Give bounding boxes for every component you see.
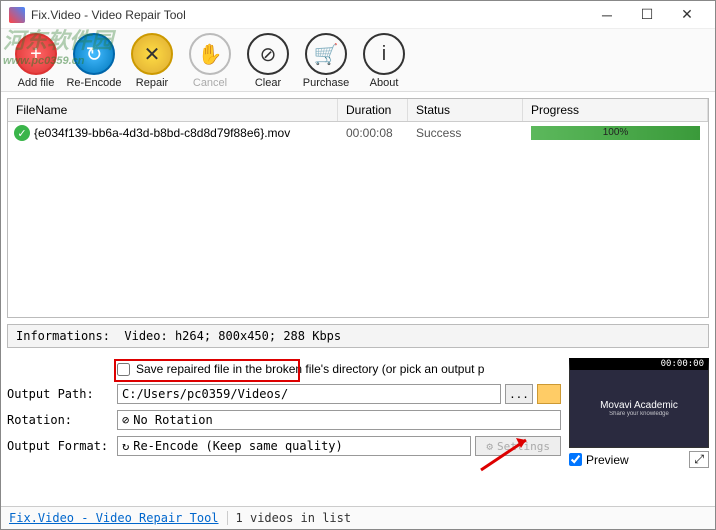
col-duration[interactable]: Duration [338, 99, 408, 121]
browse-button[interactable]: ... [505, 384, 533, 404]
preview-subtext: Share your knowledge [609, 411, 669, 417]
output-path-label: Output Path: [7, 387, 117, 401]
col-filename[interactable]: FileName [8, 99, 338, 121]
status-bar: Fix.Video - Video Repair Tool 1 videos i… [1, 506, 715, 529]
wrench-icon: ✕ [131, 33, 173, 75]
progress-bar: 100% [531, 126, 700, 140]
open-folder-button[interactable] [537, 384, 561, 404]
success-icon: ✓ [14, 125, 30, 141]
hand-icon: ✋ [189, 33, 231, 75]
cell-status: Success [408, 126, 523, 140]
cancel-button: ✋Cancel [181, 33, 239, 89]
plus-icon: + [15, 33, 57, 75]
cart-icon: 🛒 [305, 33, 347, 75]
re-encode-button[interactable]: ↻Re-Encode [65, 33, 123, 89]
output-format-select[interactable]: ↻Re-Encode (Keep same quality) [117, 436, 471, 456]
output-path-input[interactable] [117, 384, 501, 404]
table-row[interactable]: ✓ {e034f139-bb6a-4d3d-b8bd-c8d8d79f88e6}.… [8, 122, 708, 144]
preview-timestamp: 00:00:00 [661, 359, 704, 369]
file-table: FileName Duration Status Progress ✓ {e034… [7, 98, 709, 318]
refresh-icon: ↻ [122, 439, 129, 453]
info-bar: Informations: Video: h264; 800x450; 288 … [7, 324, 709, 348]
maximize-button[interactable]: ☐ [627, 1, 667, 29]
preview-checkbox[interactable] [569, 453, 582, 466]
toolbar: +Add file ↻Re-Encode ✕Repair ✋Cancel ⊘Cl… [1, 29, 715, 92]
repair-button[interactable]: ✕Repair [123, 33, 181, 89]
no-rotation-icon: ⊘ [122, 413, 129, 427]
minimize-button[interactable]: ─ [587, 1, 627, 29]
cell-duration: 00:00:08 [338, 126, 408, 140]
col-progress[interactable]: Progress [523, 99, 708, 121]
status-link[interactable]: Fix.Video - Video Repair Tool [9, 511, 219, 525]
window-title: Fix.Video - Video Repair Tool [31, 8, 587, 22]
prohibit-icon: ⊘ [247, 33, 289, 75]
purchase-button[interactable]: 🛒Purchase [297, 33, 355, 89]
preview-text: Movavi Academic [600, 400, 678, 411]
app-icon [9, 7, 25, 23]
settings-button: ⚙Settings [475, 436, 561, 456]
preview-video[interactable]: 00:00:00 Movavi Academic Share your know… [569, 358, 709, 448]
table-header: FileName Duration Status Progress [8, 99, 708, 122]
about-button[interactable]: iAbout [355, 33, 413, 89]
rotation-select[interactable]: ⊘No Rotation [117, 410, 561, 430]
save-in-broken-dir-checkbox[interactable] [117, 363, 130, 376]
status-count: 1 videos in list [227, 511, 352, 525]
add-file-button[interactable]: +Add file [7, 33, 65, 89]
refresh-icon: ↻ [73, 33, 115, 75]
close-button[interactable]: ✕ [667, 1, 707, 29]
clear-button[interactable]: ⊘Clear [239, 33, 297, 89]
preview-panel: 00:00:00 Movavi Academic Share your know… [569, 358, 709, 468]
col-status[interactable]: Status [408, 99, 523, 121]
cell-filename: {e034f139-bb6a-4d3d-b8bd-c8d8d79f88e6}.m… [34, 126, 290, 140]
rotation-label: Rotation: [7, 413, 117, 427]
preview-expand-button[interactable]: ⤢ [689, 451, 709, 468]
save-checkbox-label: Save repaired file in the broken file's … [136, 362, 484, 376]
titlebar: Fix.Video - Video Repair Tool ─ ☐ ✕ [1, 1, 715, 29]
output-format-label: Output Format: [7, 439, 117, 453]
info-icon: i [363, 33, 405, 75]
gear-icon: ⚙ [486, 440, 493, 453]
preview-label: Preview [586, 453, 629, 467]
